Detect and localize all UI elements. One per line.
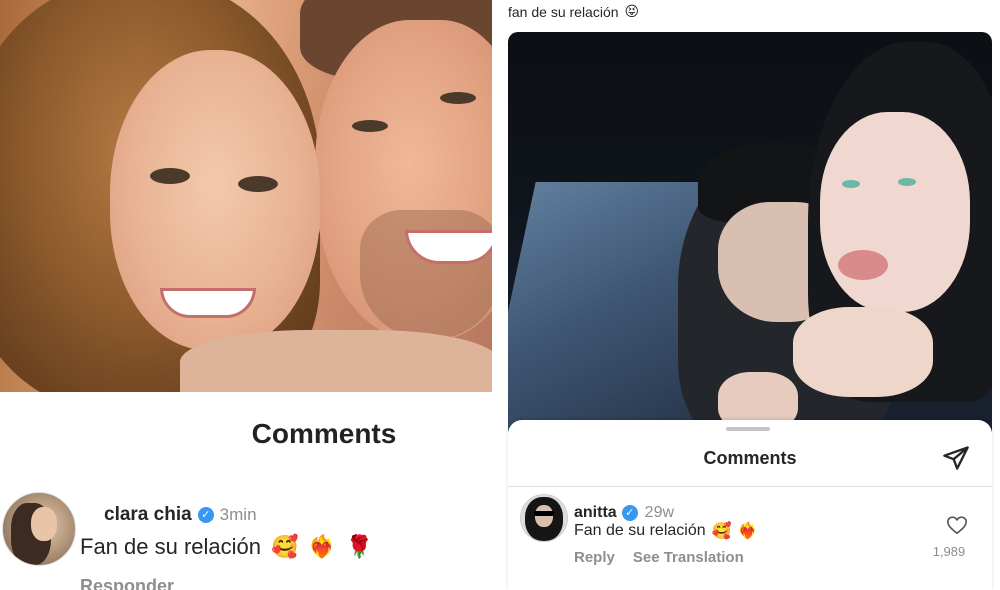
woman-eye-right <box>238 176 278 192</box>
avatar[interactable] <box>520 494 568 542</box>
comments-title: Comments <box>251 418 397 449</box>
woman-hand <box>793 307 933 397</box>
woman-smile <box>160 288 256 318</box>
woman-face <box>820 112 970 312</box>
tongue-emoji: 😝 <box>624 4 640 20</box>
comment-body: Fan de su relación <box>574 521 706 539</box>
post-caption: fan de su relación 😝 <box>508 4 639 20</box>
left-screenshot: Comments clara chia ✓ 3min Fan de su rel… <box>0 0 492 590</box>
couple-photo-left <box>0 0 492 392</box>
avatar[interactable] <box>2 492 76 566</box>
shoulder <box>180 330 492 392</box>
see-translation-button[interactable]: See Translation <box>633 549 744 566</box>
heart-on-fire-emoji: ❤️‍🔥 <box>308 534 336 560</box>
drag-handle[interactable] <box>726 427 770 431</box>
reply-button[interactable]: Responder <box>80 576 174 590</box>
comment-time: 29w <box>644 504 675 521</box>
comment-author: clara chia ✓ 3min <box>104 504 257 526</box>
woman-eye-left <box>150 168 190 184</box>
caption-text: fan de su relación <box>508 4 619 20</box>
verified-badge-icon: ✓ <box>621 505 638 521</box>
verified-badge-icon: ✓ <box>197 507 214 523</box>
comment-body: Fan de su relación <box>80 534 261 559</box>
username-link[interactable]: clara chia <box>104 504 192 526</box>
man-eye-left <box>352 120 388 132</box>
comments-sheet: Comments anitta ✓ 29w Fan de su relación… <box>508 420 992 590</box>
avatar-face <box>535 505 553 527</box>
man-eye-right <box>440 92 476 104</box>
comments-section-left: Comments clara chia ✓ 3min Fan de su rel… <box>0 392 492 590</box>
comment-text: Fan de su relación 🥰 ❤️‍🔥 🌹 <box>80 534 373 560</box>
reply-button[interactable]: Reply <box>574 549 615 566</box>
comments-title: Comments <box>703 448 797 468</box>
comment-author: anitta ✓ 29w <box>574 504 674 522</box>
smiling-face-hearts-emoji: 🥰 <box>711 521 732 540</box>
comment-actions: Reply See Translation <box>574 549 744 566</box>
divider <box>508 486 992 487</box>
woman-eye-left <box>842 180 860 188</box>
like-count: 1,989 <box>932 544 966 559</box>
couple-photo-right <box>508 32 992 432</box>
avatar-sunglasses <box>534 511 554 516</box>
smiling-face-hearts-emoji: 🥰 <box>271 534 299 560</box>
heart-icon[interactable] <box>946 514 968 536</box>
send-icon[interactable] <box>942 444 970 472</box>
avatar-face <box>31 507 57 541</box>
heart-on-fire-emoji: ❤️‍🔥 <box>737 521 758 540</box>
username-link[interactable]: anitta <box>574 504 617 522</box>
woman-lips <box>838 250 888 280</box>
comment-text: Fan de su relación 🥰 ❤️‍🔥 <box>574 521 757 540</box>
comment-time: 3min <box>219 505 257 524</box>
rose-emoji: 🌹 <box>345 534 374 560</box>
woman-eye-right <box>898 178 916 186</box>
